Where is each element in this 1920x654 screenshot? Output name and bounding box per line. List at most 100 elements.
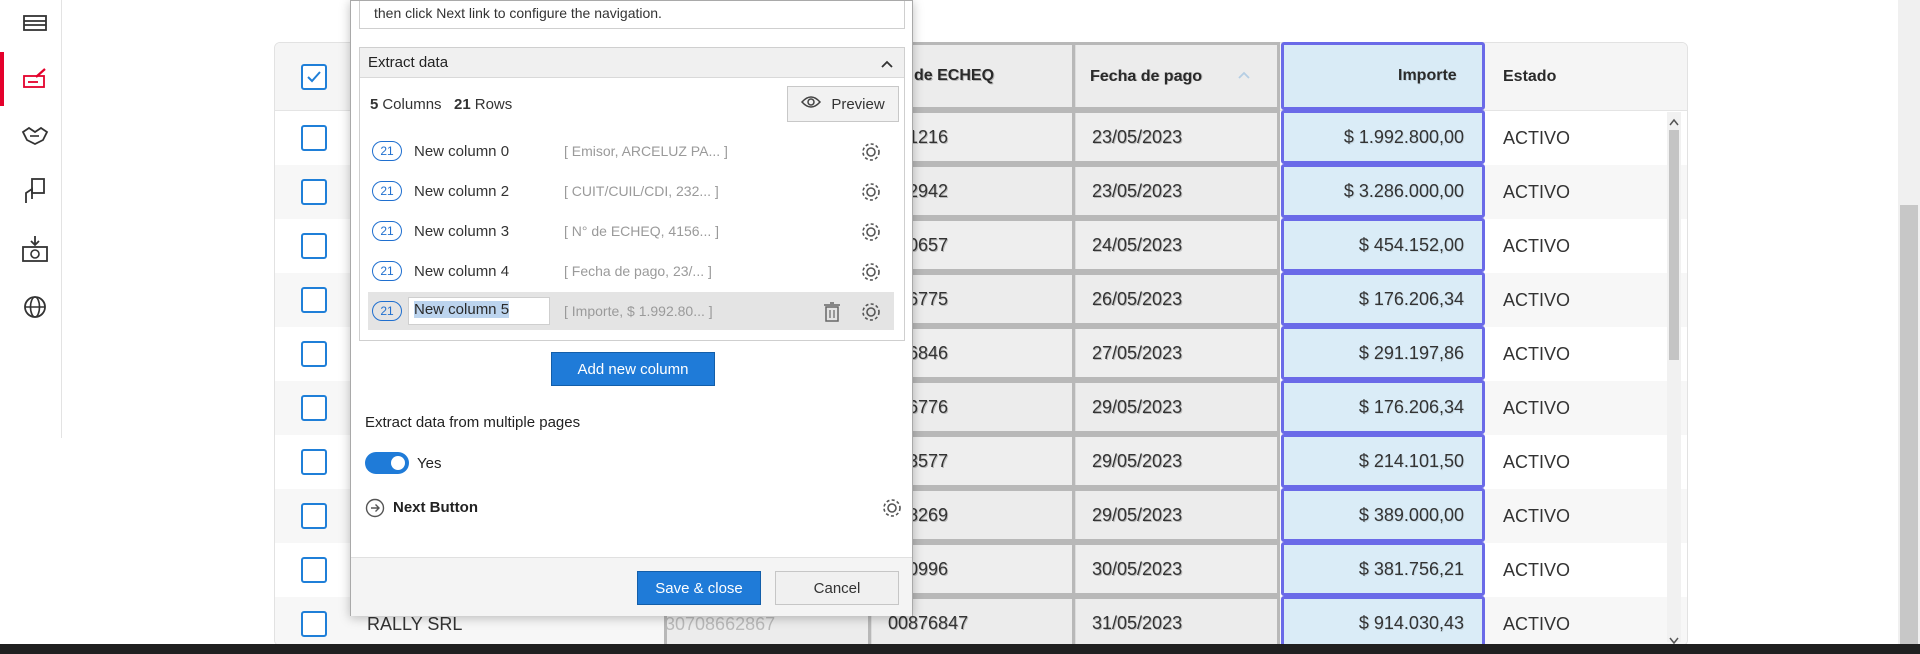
row-checkbox[interactable] (301, 611, 327, 637)
importe-column-frame (1281, 326, 1485, 380)
add-new-column-button[interactable]: Add new column (551, 352, 715, 386)
collapse-chevron-icon[interactable] (880, 56, 894, 73)
row-checkbox[interactable] (301, 341, 327, 367)
eye-icon (801, 95, 822, 113)
cheque-edit-icon[interactable] (20, 64, 50, 94)
extraction-summary: 5 Columns 21 Rows (370, 96, 512, 113)
section-header[interactable]: Extract data (360, 48, 904, 78)
importe-column-frame (1281, 380, 1485, 434)
select-all-checkbox[interactable] (301, 64, 327, 90)
importe-column-frame (1281, 164, 1485, 218)
active-indicator (0, 52, 4, 106)
cell-estado: ACTIVO (1503, 127, 1571, 148)
hand-document-icon[interactable] (20, 176, 50, 206)
column-name: New column 3 (414, 222, 510, 240)
card-icon[interactable] (20, 8, 50, 38)
toggle-yes-label: Yes (417, 455, 442, 472)
columns-label: Columns (382, 96, 442, 113)
preview-label: Preview (831, 95, 885, 113)
column-config-row[interactable]: 21 New column 5 [ Importe, $ 1.992.80...… (368, 292, 894, 330)
row-checkbox[interactable] (301, 287, 327, 313)
row-count-badge: 21 (372, 221, 402, 241)
table-scrollbar-thumb[interactable] (1669, 130, 1679, 360)
arrow-circle-right-icon (365, 498, 385, 523)
rows-count: 21 (454, 96, 471, 113)
column-settings-gear-icon[interactable] (860, 261, 882, 288)
importe-column-frame (1281, 218, 1485, 272)
left-navigation-rail (0, 0, 62, 438)
cancel-button[interactable]: Cancel (775, 571, 899, 605)
cell-estado: ACTIVO (1503, 289, 1571, 310)
instruction-text: then click Next link to configure the na… (374, 5, 662, 21)
column-preview: [ CUIT/CUIL/CDI, 232... ] (564, 183, 719, 199)
next-button-gear-icon[interactable] (881, 497, 903, 524)
column-settings-gear-icon[interactable] (860, 221, 882, 248)
cell-estado: ACTIVO (1503, 343, 1571, 364)
selected-column-frame (1072, 272, 1280, 326)
cell-estado: ACTIVO (1503, 235, 1571, 256)
column-config-row[interactable]: 21 New column 2 [ CUIT/CUIL/CDI, 232... … (368, 172, 894, 210)
section-title: Extract data (368, 54, 449, 71)
column-settings-gear-icon[interactable] (860, 141, 882, 168)
rows-label: Rows (474, 96, 513, 113)
column-name: New column 2 (414, 182, 510, 200)
column-name: New column 0 (414, 142, 510, 160)
column-settings-gear-icon[interactable] (860, 181, 882, 208)
money-download-icon[interactable] (20, 234, 50, 264)
row-count-badge: 21 (372, 261, 402, 281)
column-name-input[interactable]: New column 5 (408, 297, 550, 325)
row-count-badge: 21 (372, 301, 402, 321)
importe-column-frame (1281, 272, 1485, 326)
column-preview: [ Emisor, ARCELUZ PA... ] (564, 143, 728, 159)
selected-column-frame (1072, 596, 1280, 650)
column-settings-gear-icon[interactable] (860, 301, 882, 328)
delete-column-trash-icon[interactable] (822, 301, 842, 328)
importe-column-frame (1281, 542, 1485, 596)
row-count-badge: 21 (372, 141, 402, 161)
next-button-label: Next Button (393, 499, 478, 516)
selected-column-frame (1072, 326, 1280, 380)
row-checkbox[interactable] (301, 449, 327, 475)
importe-column-frame (1281, 434, 1485, 488)
row-checkbox[interactable] (301, 503, 327, 529)
multi-pages-toggle[interactable] (365, 452, 409, 474)
cell-estado: ACTIVO (1503, 181, 1571, 202)
cell-estado: ACTIVO (1503, 559, 1571, 580)
column-name: New column 4 (414, 262, 510, 280)
cell-estado: ACTIVO (1503, 451, 1571, 472)
row-checkbox[interactable] (301, 395, 327, 421)
row-checkbox[interactable] (301, 557, 327, 583)
selected-column-frame (1072, 218, 1280, 272)
preview-button[interactable]: Preview (787, 86, 899, 122)
cell-estado: ACTIVO (1503, 505, 1571, 526)
importe-column-frame (1281, 42, 1485, 110)
column-preview: [ N° de ECHEQ, 4156... ] (564, 223, 719, 239)
column-config-row[interactable]: 21 New column 4 [ Fecha de pago, 23/... … (368, 252, 894, 290)
header-estado[interactable]: Estado (1503, 43, 1556, 110)
page-scrollbar-thumb[interactable] (1900, 205, 1918, 645)
globe-icon[interactable] (20, 292, 50, 322)
multi-pages-label: Extract data from multiple pages (365, 414, 581, 431)
columns-count: 5 (370, 96, 379, 113)
row-checkbox[interactable] (301, 179, 327, 205)
dialog-footer: Save & close Cancel (351, 558, 912, 616)
selected-column-frame (1072, 110, 1280, 164)
importe-column-frame (1281, 110, 1485, 164)
row-checkbox[interactable] (301, 233, 327, 259)
column-config-row[interactable]: 21 New column 3 [ N° de ECHEQ, 4156... ] (368, 212, 894, 250)
importe-column-frame (1281, 488, 1485, 542)
column-preview: [ Fecha de pago, 23/... ] (564, 263, 712, 279)
selected-column-frame (1072, 42, 1280, 110)
row-count-badge: 21 (372, 181, 402, 201)
extract-data-section: Extract data 5 Columns 21 Rows Preview 21 … (359, 47, 905, 341)
row-checkbox[interactable] (301, 125, 327, 151)
scroll-up-icon[interactable] (1669, 113, 1679, 131)
importe-column-frame (1281, 596, 1485, 650)
save-close-button[interactable]: Save & close (637, 571, 761, 605)
handshake-icon[interactable] (20, 120, 50, 150)
extract-data-dialog: then click Next link to configure the na… (350, 0, 913, 616)
next-button-row[interactable]: Next Button (365, 497, 905, 519)
column-preview: [ Importe, $ 1.992.80... ] (564, 303, 713, 319)
selected-column-frame (1072, 164, 1280, 218)
column-config-row[interactable]: 21 New column 0 [ Emisor, ARCELUZ PA... … (368, 132, 894, 170)
